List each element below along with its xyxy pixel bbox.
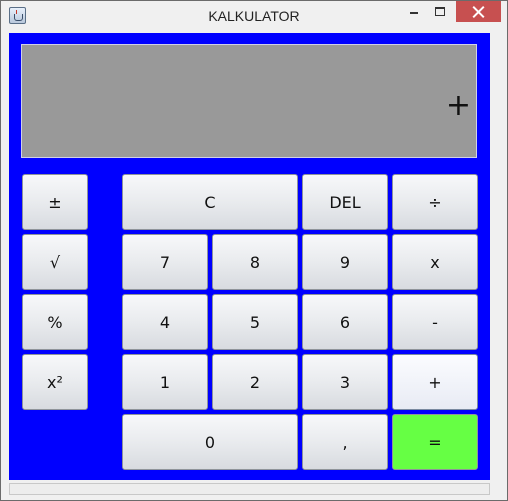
digit-6-button[interactable]: 6 <box>302 294 388 350</box>
digit-4-button[interactable]: 4 <box>122 294 208 350</box>
digit-7-button[interactable]: 7 <box>122 234 208 290</box>
multiply-button[interactable]: x <box>392 234 478 290</box>
result-display: + <box>21 44 477 158</box>
minus-button[interactable]: - <box>392 294 478 350</box>
equals-button[interactable]: = <box>392 414 478 470</box>
minimize-button[interactable] <box>401 1 427 22</box>
divide-button[interactable]: ÷ <box>392 174 478 230</box>
percent-button[interactable]: % <box>22 294 88 350</box>
status-bar <box>9 483 490 495</box>
square-root-button[interactable]: √ <box>22 234 88 290</box>
clear-button[interactable]: C <box>122 174 298 230</box>
title-bar[interactable]: KALKULATOR <box>1 1 507 31</box>
display-value: + <box>445 88 471 123</box>
calculator-window: KALKULATOR + ± √ % x² C DEL ÷ 7 8 9 x 4 … <box>0 0 508 501</box>
digit-9-button[interactable]: 9 <box>302 234 388 290</box>
digit-5-button[interactable]: 5 <box>212 294 298 350</box>
square-button[interactable]: x² <box>22 354 88 410</box>
digit-1-button[interactable]: 1 <box>122 354 208 410</box>
plus-button[interactable]: + <box>392 354 478 410</box>
delete-button[interactable]: DEL <box>302 174 388 230</box>
digit-2-button[interactable]: 2 <box>212 354 298 410</box>
digit-3-button[interactable]: 3 <box>302 354 388 410</box>
close-button[interactable] <box>456 1 501 22</box>
digit-8-button[interactable]: 8 <box>212 234 298 290</box>
digit-0-button[interactable]: 0 <box>122 414 298 470</box>
comma-button[interactable]: , <box>302 414 388 470</box>
maximize-button[interactable] <box>427 1 453 22</box>
calculator-panel: + ± √ % x² C DEL ÷ 7 8 9 x 4 5 6 - 1 2 3… <box>9 33 490 480</box>
plus-minus-button[interactable]: ± <box>22 174 88 230</box>
